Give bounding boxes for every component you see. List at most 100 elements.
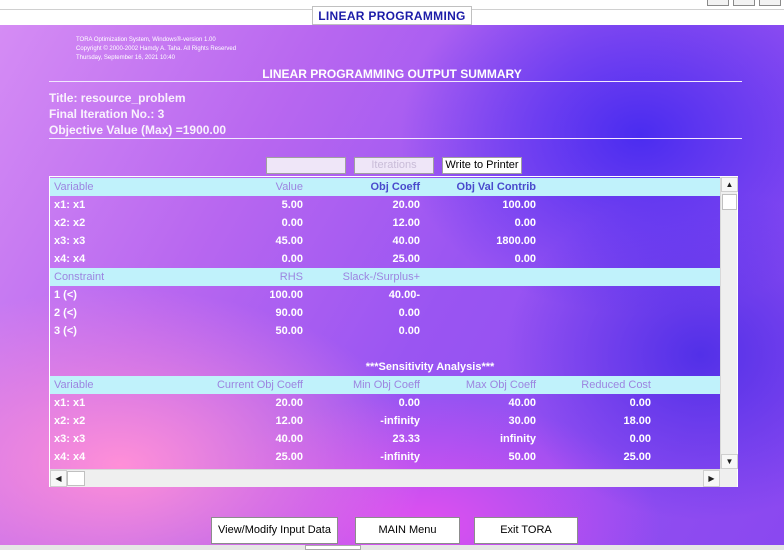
cell: 40.00- (388, 289, 420, 301)
iterations-button[interactable]: Iterations (354, 157, 434, 174)
cell: 100.00 (502, 199, 536, 211)
table-row: x2: x2 0.00 12.00 0.00 (50, 214, 721, 232)
col-obj-val-contrib: Obj Val Contrib (456, 181, 536, 193)
horizontal-scrollbar[interactable]: ◀ ▶ (50, 469, 720, 487)
taskbar (0, 545, 784, 550)
table-row: x3: x3 40.00 23.33 infinity 0.00 (50, 430, 721, 448)
cell: 0.00 (514, 217, 536, 229)
cell: 0.00 (398, 397, 420, 409)
maximize-button[interactable] (733, 0, 755, 6)
divider-top (49, 81, 742, 82)
vertical-scroll-thumb[interactable] (722, 194, 737, 210)
cell: 18.00 (623, 415, 651, 427)
summary-title: LINEAR PROGRAMMING OUTPUT SUMMARY (262, 67, 522, 81)
cell: x3: x3 (54, 235, 86, 247)
variables-header-row: Variable Value Obj Coeff Obj Val Contrib (50, 178, 721, 196)
col-current-obj-coeff: Current Obj Coeff (216, 379, 303, 391)
problem-title: Title: resource_problem (49, 91, 186, 105)
close-button[interactable] (759, 0, 781, 6)
cell: x3: x3 (54, 433, 86, 445)
cell: x2: x2 (54, 217, 86, 229)
cell: infinity (499, 433, 536, 445)
table-row: x4: x4 25.00 -infinity 50.00 25.00 (50, 448, 721, 466)
cell: 2 (<) (54, 307, 77, 319)
cell: x1: x1 (54, 397, 86, 409)
horizontal-scroll-thumb[interactable] (67, 471, 85, 486)
cell: 40.00 (392, 235, 420, 247)
cell: 25.00 (623, 451, 651, 463)
col-variable: Variable (54, 181, 94, 193)
col-variable: Variable (54, 379, 94, 391)
cell: 20.00 (392, 199, 420, 211)
col-value: Value (275, 181, 303, 193)
cell: 0.00 (629, 397, 651, 409)
col-slack-surplus: Slack-/Surplus+ (342, 271, 420, 283)
cell: 0.00 (398, 307, 420, 319)
col-rhs: RHS (279, 271, 303, 283)
cell: 0.00 (281, 217, 303, 229)
cell: 0.00 (514, 253, 536, 265)
objective-value: Objective Value (Max) =1900.00 (49, 123, 227, 137)
minimize-button[interactable] (707, 0, 729, 6)
cell: 5.00 (281, 199, 303, 211)
cell: x2: x2 (54, 415, 86, 427)
cell: 23.33 (392, 433, 420, 445)
cell: 40.00 (275, 433, 303, 445)
view-modify-input-button[interactable]: View/Modify Input Data (211, 517, 338, 544)
sensitivity-title: ***Sensitivity Analysis*** (365, 361, 495, 373)
vertical-scrollbar[interactable]: ▲ ▼ (720, 177, 738, 469)
cell: 12.00 (275, 415, 303, 427)
cell: 50.00 (508, 451, 536, 463)
table-row: x1: x1 20.00 0.00 40.00 0.00 (50, 394, 721, 412)
cell: 1 (<) (54, 289, 77, 301)
cell: -infinity (380, 451, 420, 463)
cell: 25.00 (275, 451, 303, 463)
cell: 0.00 (629, 433, 651, 445)
scroll-down-arrow-icon[interactable]: ▼ (721, 454, 738, 469)
cell: 20.00 (275, 397, 303, 409)
scroll-up-arrow-icon[interactable]: ▲ (721, 177, 738, 192)
cell: 25.00 (392, 253, 420, 265)
cell: 0.00 (281, 253, 303, 265)
taskbar-tab[interactable] (305, 545, 361, 550)
scroll-corner (720, 469, 737, 487)
cell: 30.00 (508, 415, 536, 427)
cell: 0.00 (398, 325, 420, 337)
cell: x4: x4 (54, 451, 86, 463)
final-iteration: Final Iteration No.: 3 (49, 107, 165, 121)
table-row: x4: x4 0.00 25.00 0.00 (50, 250, 721, 268)
table-row: 1 (<) 100.00 40.00- (50, 286, 721, 304)
col-obj-coeff: Obj Coeff (370, 181, 421, 193)
scroll-right-arrow-icon[interactable]: ▶ (703, 470, 720, 487)
table-row: x1: x1 5.00 20.00 100.00 (50, 196, 721, 214)
col-constraint: Constraint (54, 271, 105, 283)
divider-bottom (49, 138, 742, 139)
sensitivity-header-row: Variable Current Obj Coeff Min Obj Coeff… (50, 376, 721, 394)
table-row: x2: x2 12.00 -infinity 30.00 18.00 (50, 412, 721, 430)
table-row: 2 (<) 90.00 0.00 (50, 304, 721, 322)
cell: 45.00 (275, 235, 303, 247)
cell: -infinity (380, 415, 420, 427)
cell: 90.00 (275, 307, 303, 319)
header-line-3: Thursday, September 16, 2021 10:40 (76, 55, 175, 61)
cell: x4: x4 (54, 253, 86, 265)
toolbar-button-1[interactable] (266, 157, 346, 174)
sensitivity-title-row: ***Sensitivity Analysis*** (50, 358, 721, 376)
header-line-1: TORA Optimization System, Windows®-versi… (76, 37, 216, 43)
col-min-obj-coeff: Min Obj Coeff (352, 379, 420, 391)
cell: 12.00 (392, 217, 420, 229)
app-heading: LINEAR PROGRAMMING (312, 6, 472, 25)
col-max-obj-coeff: Max Obj Coeff (465, 379, 536, 391)
write-to-printer-button[interactable]: Write to Printer (442, 157, 522, 174)
scroll-left-arrow-icon[interactable]: ◀ (50, 470, 67, 487)
results-grid: Variable Value Obj Coeff Obj Val Contrib… (49, 176, 738, 487)
header-line-2: Copyright © 2000-2002 Hamdy A. Taha. All… (76, 46, 237, 52)
main-menu-button[interactable]: MAIN Menu (355, 517, 460, 544)
col-reduced-cost: Reduced Cost (581, 379, 651, 391)
cell: 1800.00 (496, 235, 536, 247)
exit-tora-button[interactable]: Exit TORA (474, 517, 578, 544)
cell: 3 (<) (54, 325, 77, 337)
cell: 50.00 (275, 325, 303, 337)
cell: 40.00 (508, 397, 536, 409)
table-row: 3 (<) 50.00 0.00 (50, 322, 721, 340)
